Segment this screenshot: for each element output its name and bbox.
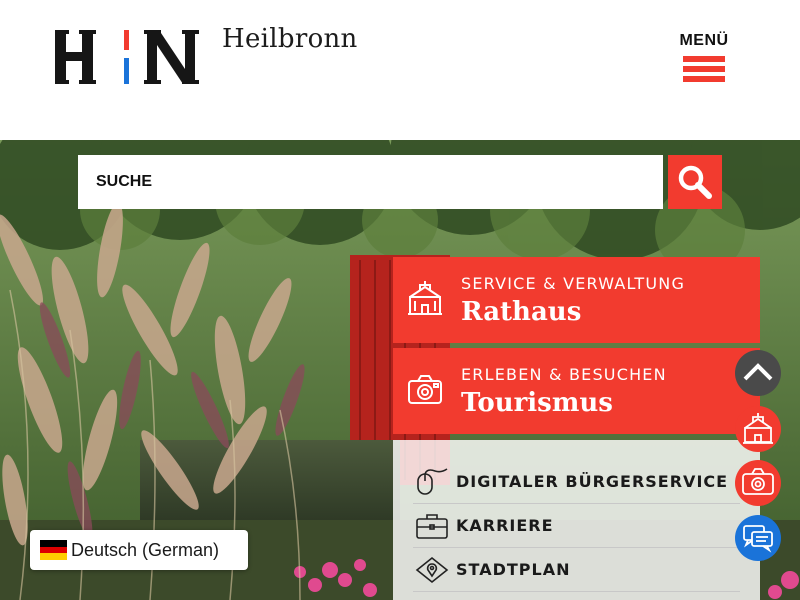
map-icon xyxy=(415,556,449,584)
quick-link-label: STADTPLAN xyxy=(456,560,571,579)
quick-link-label: KARRIERE xyxy=(456,516,554,535)
tile-rathaus[interactable]: SERVICE & VERWALTUNG Rathaus xyxy=(393,257,760,343)
scroll-top-button[interactable] xyxy=(735,350,781,396)
chat-button[interactable] xyxy=(735,515,781,561)
town-hall-icon xyxy=(408,281,442,315)
hamburger-icon xyxy=(683,56,725,86)
chevron-up-icon xyxy=(743,363,773,381)
chat-icon xyxy=(743,525,773,553)
tile-kicker: SERVICE & VERWALTUNG xyxy=(461,274,686,293)
briefcase-icon xyxy=(416,514,448,539)
german-flag-icon xyxy=(40,540,67,560)
search-input[interactable] xyxy=(78,155,663,209)
camera-icon xyxy=(408,375,442,404)
city-name: Heilbronn xyxy=(222,24,358,54)
quick-link-stadtplan[interactable]: STADTPLAN xyxy=(413,548,740,592)
town-hall-icon xyxy=(743,413,773,444)
tourismus-shortcut-button[interactable] xyxy=(735,460,781,506)
rathaus-shortcut-button[interactable] xyxy=(735,406,781,452)
tile-title: Tourismus xyxy=(461,388,613,418)
tile-kicker: ERLEBEN & BESUCHEN xyxy=(461,365,667,384)
menu-label: MENÜ xyxy=(679,32,729,49)
search-icon xyxy=(678,165,712,199)
tile-tourismus[interactable]: ERLEBEN & BESUCHEN Tourismus xyxy=(393,348,760,434)
quick-links-panel: DIGITALER BÜRGERSERVICE KARRIERE STADTPL… xyxy=(393,440,760,600)
quick-link-karriere[interactable]: KARRIERE xyxy=(413,504,740,548)
language-selector[interactable]: Deutsch (German) xyxy=(30,530,248,570)
search-button[interactable] xyxy=(668,155,722,209)
menu-button[interactable]: MENÜ xyxy=(676,32,732,88)
site-header: Heilbronn MENÜ xyxy=(0,0,800,140)
quick-link-label: DIGITALER BÜRGERSERVICE xyxy=(456,472,729,491)
camera-icon xyxy=(742,468,774,495)
language-label: Deutsch (German) xyxy=(71,540,220,560)
mouse-icon xyxy=(417,468,448,495)
tile-title: Rathaus xyxy=(461,297,582,327)
quick-link-buergerservice[interactable]: DIGITALER BÜRGERSERVICE xyxy=(413,460,740,504)
heilbronn-logo[interactable] xyxy=(55,30,205,86)
